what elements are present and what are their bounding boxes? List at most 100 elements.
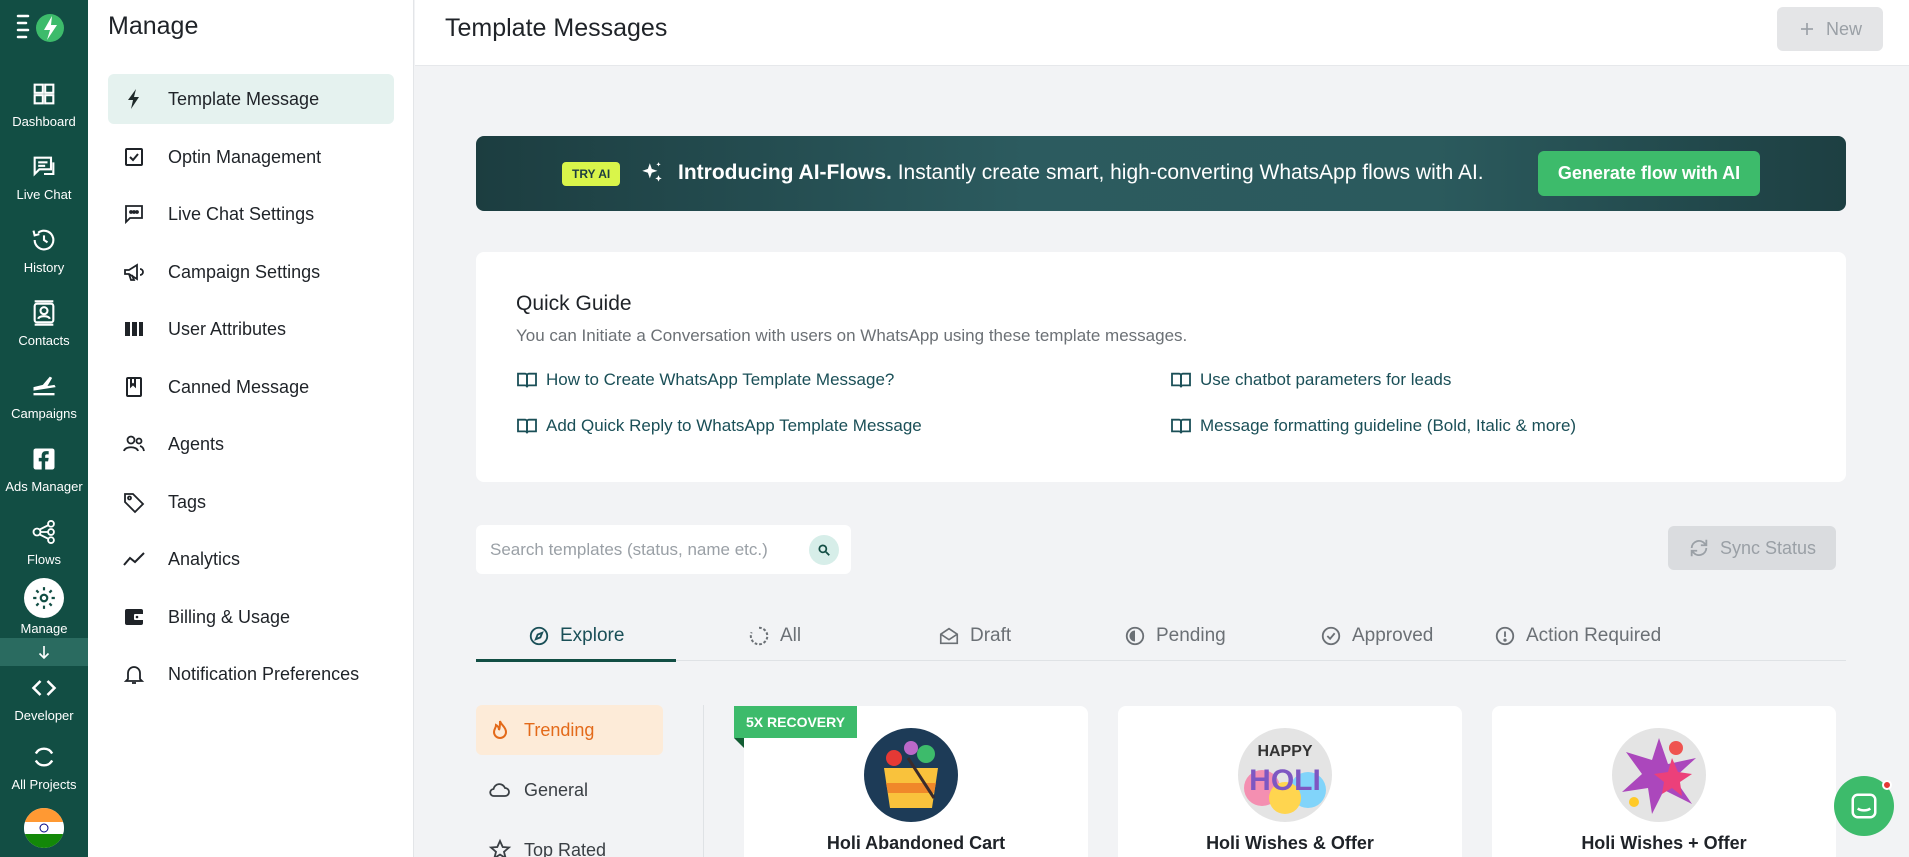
category-trending[interactable]: Trending [476,705,663,755]
search-button[interactable] [809,535,839,565]
rail-label: Dashboard [12,114,76,129]
bell-icon [123,666,145,684]
fire-icon [492,720,508,739]
try-ai-badge: TRY AI [562,162,621,186]
menu-item-label: Campaign Settings [168,261,321,282]
sync-status-label: Sync Status [1719,537,1817,558]
rail-item-ads-manager[interactable]: Ads Manager [0,439,88,509]
quick-guide-card: Quick Guide You can Initiate a Conversat… [476,252,1846,482]
rail-label: Flows [27,552,61,567]
rail-scroll-down-button[interactable] [0,638,88,666]
tab-label: Explore [560,624,625,646]
menu-item-label: Agents [168,433,225,454]
guide-link-label: Message formatting guideline (Bold, Ital… [1200,416,1577,435]
rail-item-dashboard[interactable]: Dashboard [0,74,88,144]
menu-item-label: Live Chat Settings [168,203,315,224]
holi-splash-image [1612,728,1706,822]
project-avatar[interactable] [24,808,64,848]
svg-text:HOLI: HOLI [1249,764,1321,797]
menu-item-label: Tags [168,491,207,512]
template-search [476,525,851,574]
template-card[interactable]: HAPPY HOLI Holi Wishes & Offer [1118,706,1462,857]
rail-item-developer[interactable]: Developer [0,668,88,738]
rail-item-contacts[interactable]: Contacts [0,293,88,363]
menu-item-billing-usage[interactable]: Billing & Usage [108,592,394,642]
new-template-button[interactable]: New [1777,7,1883,51]
history-icon [32,229,55,251]
category-top-rated[interactable]: Top Rated [476,825,663,857]
menu-item-label: Billing & Usage [168,606,291,627]
checkbox-icon [125,148,143,166]
generate-flow-button[interactable]: Generate flow with AI [1538,151,1760,196]
menu-item-template-message[interactable]: Template Message [108,74,394,124]
check-circle-icon [1321,626,1341,645]
analytics-icon [123,552,145,566]
category-label: Trending [524,719,595,740]
rail-item-campaigns[interactable]: Campaigns [0,366,88,436]
sync-status-button[interactable]: Sync Status [1668,526,1836,570]
template-card[interactable]: Holi Wishes + Offer [1492,706,1836,857]
menu-item-canned-message[interactable]: Canned Message [108,362,394,412]
color-splash-icon [1622,738,1696,814]
rail-label: Campaigns [11,406,77,421]
menu-item-notification-preferences[interactable]: Notification Preferences [108,649,394,699]
compass-icon [529,626,549,645]
guide-link-label: Use chatbot parameters for leads [1200,370,1452,389]
menu-item-label: User Attributes [168,318,287,339]
category-general[interactable]: General [476,765,663,815]
search-input[interactable] [490,539,790,560]
menu-item-label: Notification Preferences [168,663,360,684]
support-chat-button[interactable] [1834,776,1894,836]
projects-icon [34,747,54,767]
quick-guide-subtitle: You can Initiate a Conversation with use… [516,326,1188,345]
tab-action-required[interactable]: Action Required [1494,610,1661,661]
guide-link[interactable]: Use chatbot parameters for leads [1170,370,1451,390]
tab-pending[interactable]: Pending [1124,610,1226,661]
template-categories: Trending General Top Rated [476,705,704,857]
contacts-icon [33,300,55,326]
template-card[interactable]: 5X RECOVERY Holi Abandoned Cart [734,706,1088,857]
plus-icon [1800,23,1813,35]
cloud-icon [489,783,510,797]
manage-title: Manage [108,12,199,40]
code-icon [31,680,57,696]
svg-text:HAPPY: HAPPY [1257,743,1312,760]
rail-item-all-projects[interactable]: All Projects [0,737,88,807]
menu-item-tags[interactable]: Tags [108,477,394,527]
guide-link[interactable]: How to Create WhatsApp Template Message? [516,370,894,390]
happy-holi-icon: HAPPY HOLI [1244,743,1326,814]
gear-icon [33,587,55,609]
new-button-label: New [1825,18,1862,39]
facebook-icon [33,448,55,470]
tab-all[interactable]: All [748,610,801,661]
menu-item-label: Analytics [168,548,241,569]
tab-label: Pending [1156,624,1226,646]
menu-item-campaign-settings[interactable]: Campaign Settings [108,247,394,297]
happy-holi-image: HAPPY HOLI [1238,728,1332,822]
loading-circle-icon [749,626,769,645]
half-circle-icon [1125,626,1145,645]
page-title: Template Messages [445,14,668,42]
menu-item-agents[interactable]: Agents [108,419,394,469]
app-logo-icon[interactable] [14,6,74,46]
menu-item-optin-management[interactable]: Optin Management [108,132,394,182]
rail-item-history[interactable]: History [0,220,88,290]
menu-item-analytics[interactable]: Analytics [108,534,394,584]
rail-item-flows[interactable]: Flows [0,512,88,582]
rail-item-live-chat[interactable]: Live Chat [0,147,88,217]
template-card-name: Holi Wishes & Offer [1206,833,1374,853]
guide-link[interactable]: Message formatting guideline (Bold, Ital… [1170,416,1576,436]
rail-label: All Projects [11,777,77,792]
menu-item-user-attributes[interactable]: User Attributes [108,304,394,354]
guide-link[interactable]: Add Quick Reply to WhatsApp Template Mes… [516,416,922,436]
manage-panel: Manage Template Message Optin Management… [88,0,414,857]
category-label: Top Rated [524,839,607,857]
holi-cart-image [864,728,958,822]
menu-item-live-chat-settings[interactable]: Live Chat Settings [108,189,394,239]
tab-draft[interactable]: Draft [938,610,1011,661]
tab-approved[interactable]: Approved [1320,610,1433,661]
campaigns-icon [33,376,56,396]
rail-label: History [23,260,65,275]
tab-explore[interactable]: Explore [475,610,678,662]
chat-settings-icon [125,205,143,225]
